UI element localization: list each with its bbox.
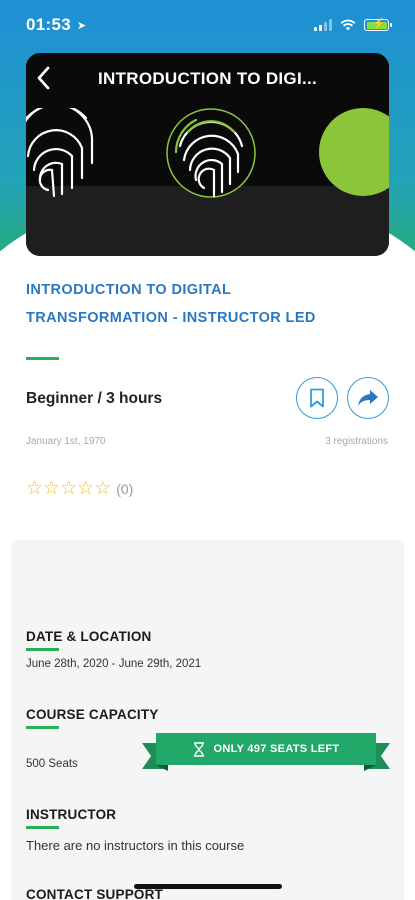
date-location-value: June 28th, 2020 - June 29th, 2021: [26, 658, 202, 670]
bookmark-button[interactable]: [296, 377, 338, 419]
rating-count: (0): [116, 480, 134, 497]
course-date: January 1st, 1970: [26, 436, 106, 447]
seats-left-banner: ONLY 497 SEATS LEFT: [142, 733, 390, 773]
hero-green-circle: [319, 108, 389, 196]
hourglass-icon: [193, 741, 204, 757]
star-outline-icon: ☆: [77, 478, 95, 499]
bookmark-icon: [310, 388, 324, 408]
header-title: INTRODUCTION TO DIGI...: [97, 69, 318, 88]
section-underline: [26, 648, 59, 651]
status-time: 01:53: [26, 15, 71, 34]
instructor-heading: INSTRUCTOR: [26, 807, 117, 822]
star-outline-icon: ☆: [94, 478, 112, 499]
star-outline-icon: ☆: [60, 478, 78, 499]
course-hero-image: INTRODUCTION TO DIGI...: [26, 53, 389, 256]
star-outline-icon: ☆: [43, 478, 61, 499]
battery-icon: ⚡: [364, 18, 392, 31]
seats-left-text: ONLY 497 SEATS LEFT: [213, 743, 340, 755]
location-arrow-icon: ➤: [76, 19, 87, 32]
course-capacity-value: 500 Seats: [26, 758, 78, 770]
course-capacity-heading: COURSE CAPACITY: [26, 707, 159, 722]
star-outline-icon: ☆: [26, 478, 44, 499]
home-indicator[interactable]: [134, 884, 282, 889]
share-button[interactable]: [347, 377, 389, 419]
wifi-icon: [340, 19, 356, 31]
date-location-heading: DATE & LOCATION: [26, 629, 152, 644]
course-level-duration: Beginner / 3 hours: [26, 390, 163, 407]
fingerprint-highlight-icon: [166, 108, 256, 198]
share-arrow-icon: [358, 390, 378, 406]
title-underline: [26, 357, 59, 360]
status-bar: 01:53 ➤ ⚡: [0, 0, 415, 50]
rating[interactable]: ☆ ☆ ☆ ☆ ☆ (0): [26, 479, 133, 498]
cellular-signal-icon: [314, 19, 332, 31]
fingerprint-icon: [26, 108, 94, 198]
instructor-value: There are no instructors in this course: [26, 838, 245, 853]
section-underline: [26, 726, 59, 729]
course-title: INTRODUCTION TO DIGITAL TRANSFORMATION -…: [26, 282, 316, 326]
section-underline: [26, 826, 59, 829]
registrations-count: 3 registrations: [325, 436, 388, 447]
